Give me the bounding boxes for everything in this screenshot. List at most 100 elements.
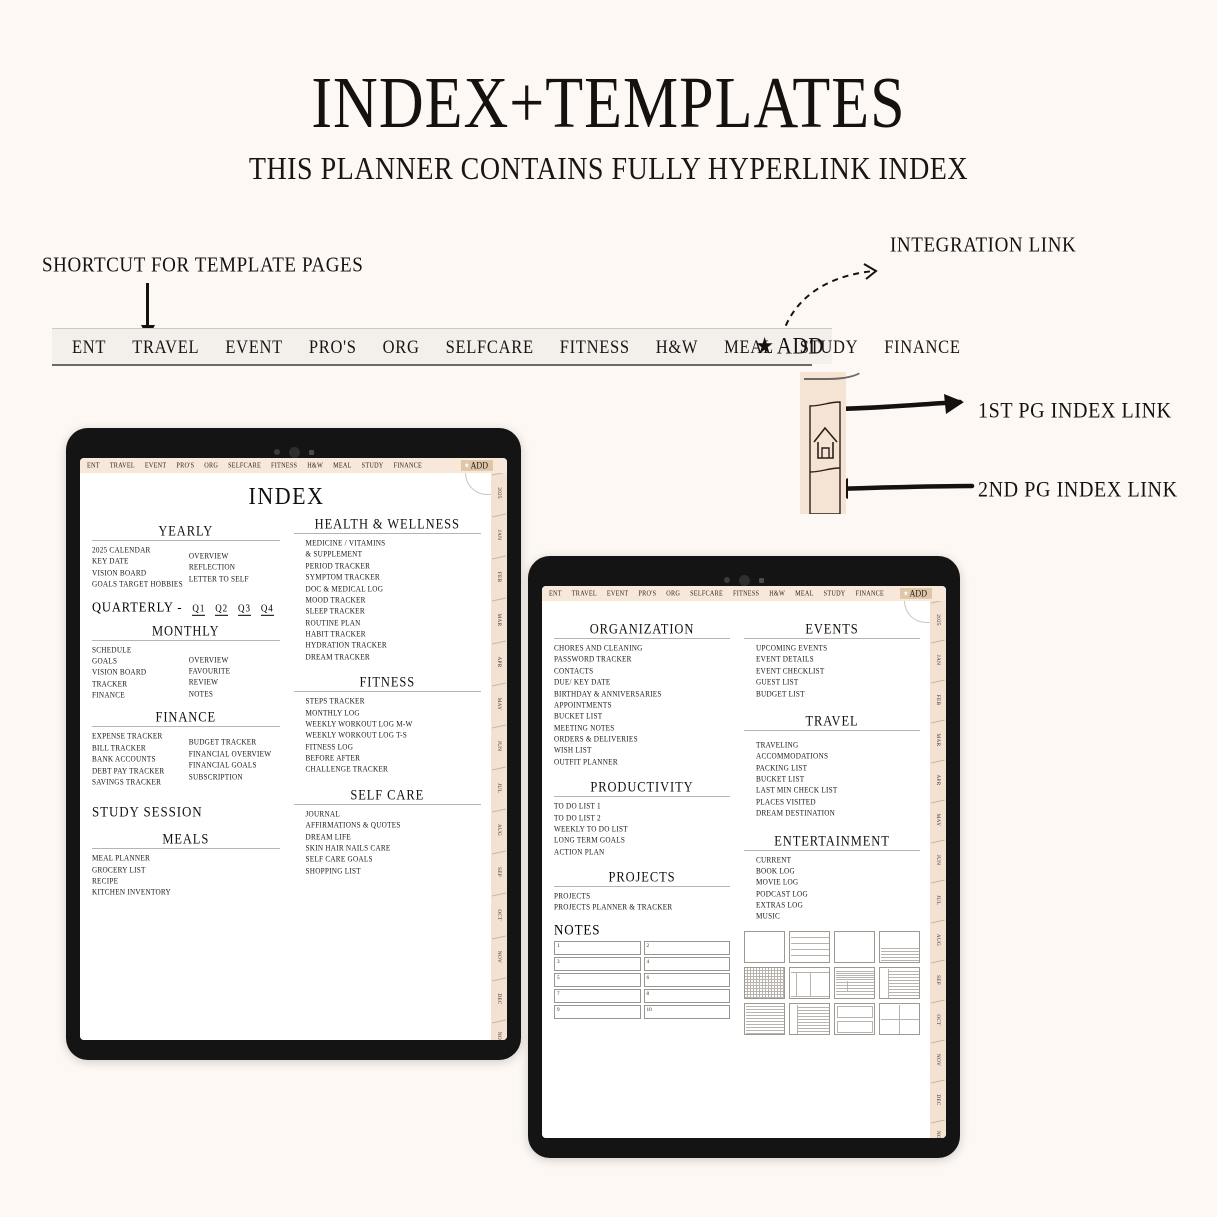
month-tab-sep[interactable]: SEP: [496, 867, 502, 877]
month-tab-jan[interactable]: JAN: [935, 655, 941, 665]
template-thumbnail-two-boxes[interactable]: [834, 1002, 875, 1035]
list-item[interactable]: KITCHEN INVENTORY: [92, 886, 280, 900]
template-shortcut-navbar[interactable]: ENT TRAVEL EVENT PRO'S ORG SELFCARE FITN…: [52, 328, 960, 380]
month-tab-2025[interactable]: 2025: [935, 614, 941, 626]
month-tab-notes[interactable]: NOTES: [496, 1032, 502, 1040]
month-tab-rail-1[interactable]: 2025 JAN FEB MAR APR MAY JUN JUL AUG SEP OCT NOV DEC…: [491, 473, 507, 1040]
list-item[interactable]: SHOPPING LIST: [294, 864, 482, 878]
month-tab-jan[interactable]: JAN: [496, 530, 502, 540]
note-box[interactable]: 9: [554, 1004, 641, 1019]
nav-add-button[interactable]: ★ ADD: [755, 333, 824, 361]
template-thumbnail-sidebar-lines[interactable]: [789, 1002, 830, 1035]
template-thumbnail-half-lines[interactable]: [879, 930, 920, 963]
nav-item-fitness[interactable]: FITNESS: [560, 335, 630, 358]
t1-nav-fitness[interactable]: FITNESS: [271, 461, 297, 470]
t1-nav-finance[interactable]: FINANCE: [394, 461, 423, 470]
quarter-q1[interactable]: Q1: [192, 602, 206, 615]
month-tab-oct[interactable]: OCT: [935, 1014, 941, 1025]
month-tab-sep[interactable]: SEP: [935, 975, 941, 985]
t2-nav-meal[interactable]: MEAL: [795, 589, 814, 598]
month-tab-apr[interactable]: APR: [935, 775, 941, 786]
quarter-q3[interactable]: Q3: [238, 602, 251, 615]
t1-nav-selfcare[interactable]: SELFCARE: [228, 461, 261, 470]
t1-nav-meal[interactable]: MEAL: [333, 461, 352, 470]
list-item[interactable]: MUSIC: [744, 910, 920, 924]
template-thumbnail-blank-tall[interactable]: [834, 930, 875, 963]
list-item[interactable]: SAVINGS TRACKER: [92, 776, 183, 790]
month-tab-2025[interactable]: 2025: [496, 487, 502, 499]
t2-nav-fitness[interactable]: FITNESS: [733, 589, 759, 598]
note-box[interactable]: 10: [643, 1004, 730, 1019]
t2-nav-pros[interactable]: PRO'S: [638, 589, 656, 598]
t2-nav-finance[interactable]: FINANCE: [856, 589, 885, 598]
month-tab-dec[interactable]: DEC: [496, 993, 502, 1004]
template-thumbnail-lines-left-col[interactable]: [879, 966, 920, 999]
list-item[interactable]: PROJECTS PLANNER & TRACKER: [554, 901, 730, 915]
note-box[interactable]: 7: [554, 988, 641, 1003]
note-box[interactable]: 8: [643, 988, 730, 1003]
quarter-q4[interactable]: Q4: [260, 602, 274, 615]
month-tab-may[interactable]: MAY: [935, 814, 941, 827]
month-tab-mar[interactable]: MAR: [935, 734, 941, 747]
template-thumbnail-grid[interactable]: [744, 966, 785, 999]
list-item[interactable]: LETTER TO SELF: [189, 573, 280, 587]
t2-nav-travel[interactable]: TRAVEL: [572, 589, 597, 598]
tablet-2-navbar[interactable]: ENT TRAVEL EVENT PRO'S ORG SELFCARE FITN…: [542, 586, 946, 601]
list-item[interactable]: GOALS TARGET HOBBIES: [92, 578, 183, 592]
nav-item-org[interactable]: ORG: [383, 335, 420, 358]
t2-nav-org[interactable]: ORG: [666, 589, 680, 598]
t1-nav-event[interactable]: EVENT: [145, 461, 167, 470]
t1-nav-pros[interactable]: PRO'S: [176, 461, 194, 470]
t2-nav-hw[interactable]: H&W: [769, 589, 785, 598]
nav-item-selfcare[interactable]: SELFCARE: [446, 335, 534, 358]
note-box[interactable]: 6: [643, 972, 730, 987]
list-item[interactable]: BUDGET LIST: [744, 687, 920, 701]
list-item[interactable]: DREAM DESTINATION: [744, 807, 920, 821]
list-item[interactable]: ACTION PLAN: [554, 845, 730, 859]
list-item[interactable]: SUBSCRIPTION: [189, 770, 280, 784]
month-tab-nov[interactable]: NOV: [496, 951, 502, 963]
t2-nav-study[interactable]: STUDY: [824, 589, 846, 598]
month-tab-may[interactable]: MAY: [496, 698, 502, 711]
month-tab-aug[interactable]: AUG: [496, 824, 502, 836]
month-tab-jul[interactable]: JUL: [935, 895, 941, 905]
t1-nav-org[interactable]: ORG: [204, 461, 218, 470]
month-tab-nov[interactable]: NOV: [935, 1054, 941, 1066]
t1-nav-travel[interactable]: TRAVEL: [110, 461, 135, 470]
list-item[interactable]: OUTFIT PLANNER: [554, 756, 730, 770]
month-tab-dec[interactable]: DEC: [935, 1094, 941, 1105]
month-tab-oct[interactable]: OCT: [496, 909, 502, 920]
t1-nav-add-button[interactable]: ★ ADD: [461, 460, 493, 471]
template-thumbnail-t-chart[interactable]: [789, 966, 830, 999]
t2-nav-event[interactable]: EVENT: [607, 589, 629, 598]
list-item[interactable]: CHALLENGE TRACKER: [294, 763, 482, 777]
t2-nav-ent[interactable]: ENT: [549, 589, 562, 598]
list-item[interactable]: DREAM TRACKER: [294, 651, 482, 665]
tablet-1-navbar[interactable]: ENT TRAVEL EVENT PRO'S ORG SELFCARE FITN…: [80, 458, 507, 473]
note-box[interactable]: 3: [554, 956, 641, 971]
t2-nav-add-button[interactable]: ★ ADD: [900, 588, 932, 599]
t1-nav-ent[interactable]: ENT: [87, 461, 100, 470]
month-tab-mar[interactable]: MAR: [496, 613, 502, 626]
template-thumbnail-four-quad[interactable]: [879, 1002, 920, 1035]
note-box[interactable]: 2: [643, 940, 730, 955]
note-box[interactable]: 5: [554, 972, 641, 987]
note-box[interactable]: 1: [554, 940, 641, 955]
t1-nav-hw[interactable]: H&W: [307, 461, 323, 470]
month-tab-rail-2[interactable]: 2025 JAN FEB MAR APR MAY JUN JUL AUG SEP OCT NOV DEC…: [930, 601, 946, 1138]
template-thumbnail-wide-lines[interactable]: [789, 930, 830, 963]
month-tab-jun[interactable]: JUN: [935, 855, 941, 865]
month-tab-feb[interactable]: FEB: [935, 695, 941, 705]
month-tab-jul[interactable]: JUL: [496, 783, 502, 793]
month-tab-notes[interactable]: NOTES: [935, 1131, 941, 1138]
template-thumbnail-blank[interactable]: [744, 930, 785, 963]
month-tab-jun[interactable]: JUN: [496, 741, 502, 751]
list-item[interactable]: NOTES: [189, 687, 280, 701]
note-box[interactable]: 4: [643, 956, 730, 971]
section-title[interactable]: STUDY SESSION: [92, 803, 280, 821]
t1-nav-study[interactable]: STUDY: [362, 461, 384, 470]
nav-item-finance[interactable]: FINANCE: [884, 335, 960, 358]
nav-item-pros[interactable]: PRO'S: [309, 335, 357, 358]
month-tab-apr[interactable]: APR: [496, 656, 502, 667]
template-thumbnail-all-lines[interactable]: [744, 1002, 785, 1035]
